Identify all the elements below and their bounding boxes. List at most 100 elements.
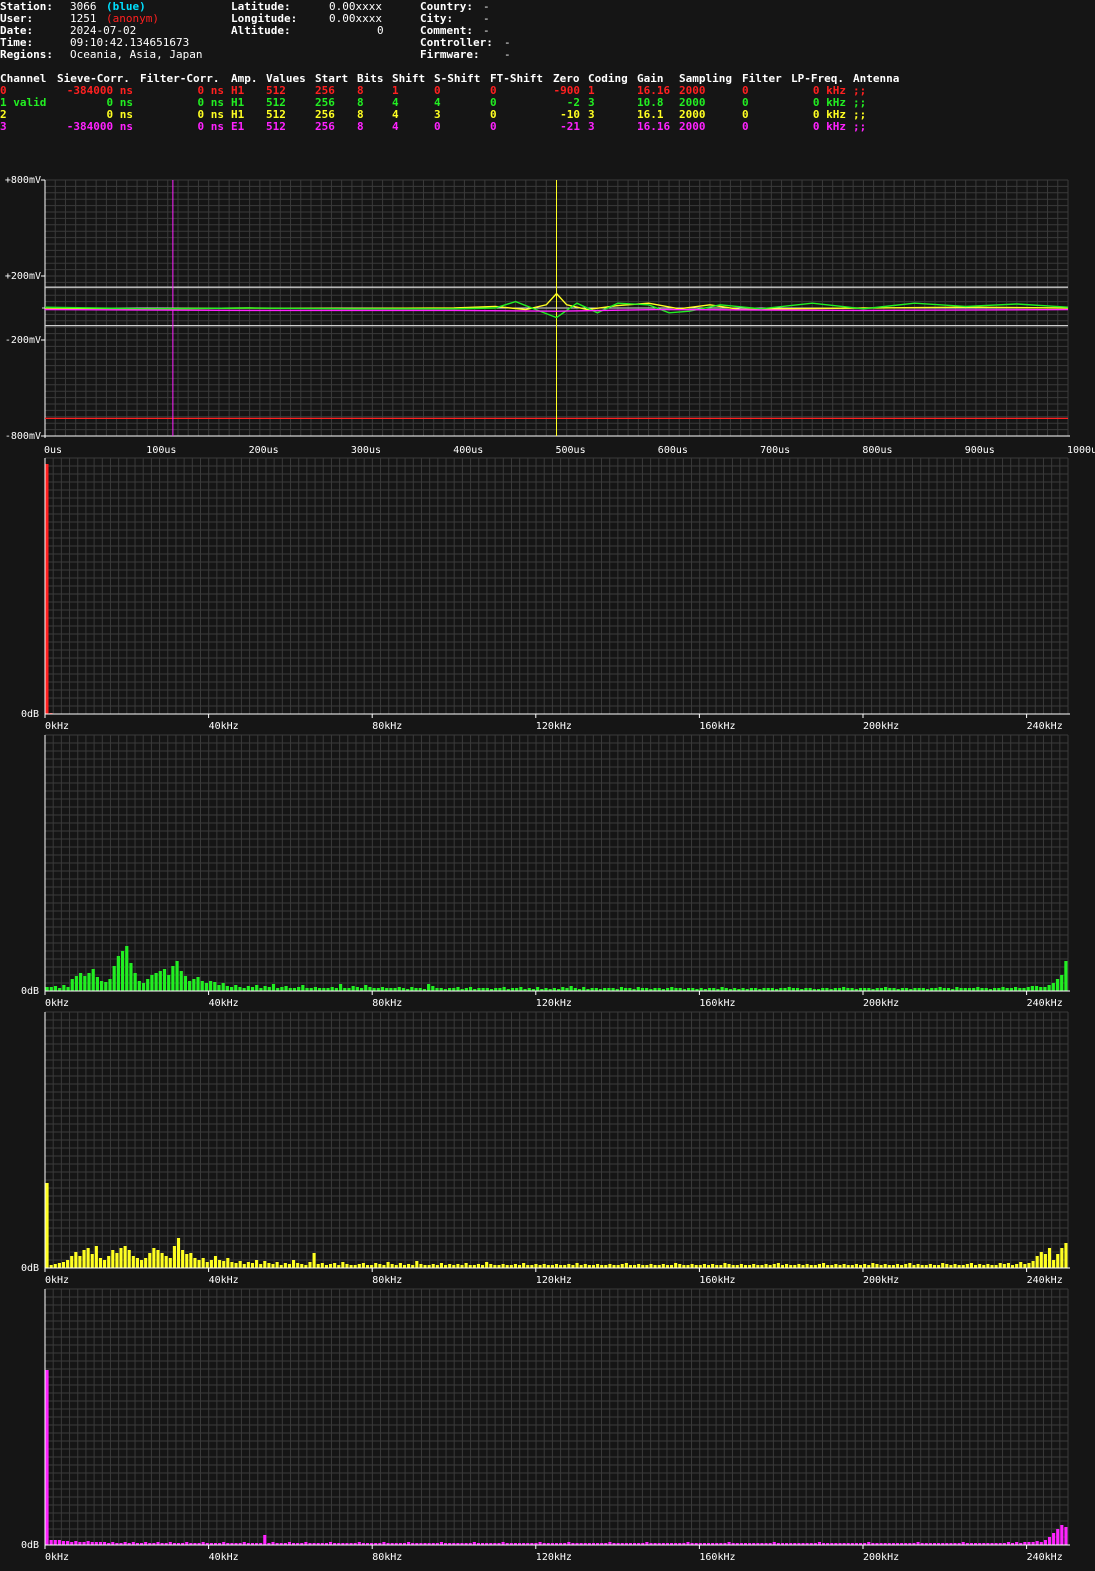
spectrum-bar — [209, 981, 213, 991]
y-axis-label: 0dB — [21, 709, 39, 720]
x-tick-label: 40kHz — [209, 1552, 239, 1563]
spectrum-bar — [70, 1256, 74, 1268]
spectrum-bar — [225, 986, 229, 991]
x-tick-label: 160kHz — [699, 1552, 735, 1563]
spectrum-bar — [168, 1258, 172, 1268]
spectrum-bar — [953, 1264, 957, 1268]
spectrum-bar — [90, 1254, 94, 1268]
spectrum-bar — [66, 987, 70, 991]
spectrum-bar — [111, 1250, 115, 1268]
table-cell-sshift: 0 — [434, 120, 441, 133]
grid — [44, 1011, 1069, 1269]
spectrum-bar — [83, 976, 87, 991]
spectrum-bar — [797, 1264, 801, 1268]
spectrum-bar — [271, 984, 276, 991]
spectrum-bar — [275, 1262, 279, 1268]
spectrum-bar — [181, 1250, 185, 1268]
spectrum-bar — [49, 987, 53, 991]
spectrum-bar — [569, 986, 573, 991]
spectrum-bar — [596, 1264, 600, 1268]
spectrum-bar — [188, 981, 192, 991]
spectrum-bar — [661, 1264, 665, 1268]
y-axis-label: 0dB — [21, 1540, 39, 1551]
spectrum-bar — [439, 1263, 444, 1268]
spectrum-bar — [57, 1263, 61, 1268]
spectrum-bar — [361, 1263, 365, 1268]
spectrum-bar — [209, 1260, 213, 1268]
spectrum-bar — [1034, 986, 1039, 991]
grid — [44, 734, 1069, 992]
spectrum-bar — [218, 1260, 222, 1268]
spectrum-bar — [238, 987, 242, 991]
spectrum-bar — [250, 1263, 255, 1268]
spectrum-bar — [522, 1263, 526, 1268]
spectrum-bar — [330, 987, 334, 991]
spectrum-bar — [115, 1253, 119, 1268]
spectrum-bar — [368, 987, 372, 991]
spectrum-bar — [91, 969, 95, 991]
spectrum-bar — [95, 977, 100, 991]
spectrum-bar — [842, 1264, 846, 1268]
spectrum-bar — [271, 1264, 275, 1268]
spectrum-chart-channel-0: 0dB0kHz 40kHz 80kHz 120kHz 160kHz 200kHz 240kH… — [21, 457, 1070, 732]
spectrum-bar — [619, 987, 624, 991]
spectrum-bar — [221, 983, 225, 991]
spectrum-bar — [86, 1248, 90, 1268]
spectrum-bar — [100, 981, 104, 991]
spectrum-bar — [267, 987, 271, 991]
spectrum-bar — [1047, 985, 1051, 991]
spectrum-bar — [397, 987, 401, 991]
spectrum-bar — [752, 1264, 756, 1268]
oscilloscope-chart: +800mV+200mV-200mV-800mV0us 100us 200us 300… — [5, 175, 1095, 456]
table-cell-gain: 16.16 — [637, 120, 671, 133]
spectrum-bar — [82, 1250, 86, 1268]
spectrum-bar — [107, 1256, 111, 1268]
spectrum-chart-channel-3: 0dB 0kHz 40kHz 80kHz 120kHz 160kHz 200kHz 240kH… — [21, 1288, 1070, 1563]
altitude-label: Altitude: — [231, 24, 291, 37]
spectrum-bar — [637, 1264, 641, 1268]
spectrum-bar — [1052, 1533, 1056, 1545]
y-tick-label: -800mV — [5, 431, 41, 442]
spectrum-bar — [312, 1253, 316, 1268]
spectrum-bar — [74, 976, 79, 991]
spectrum-bar — [267, 1263, 271, 1268]
spectrum-bar — [74, 1541, 78, 1545]
spectrum-bar — [283, 1263, 287, 1268]
spectrum-bar — [938, 987, 942, 991]
spectrum-bar — [193, 1258, 197, 1268]
spectrum-bar — [1030, 986, 1034, 991]
spectrum-bar — [103, 1260, 107, 1268]
spectrum-bar — [431, 1264, 435, 1268]
spectrum-bar — [185, 1254, 189, 1268]
spectrum-bar — [158, 971, 162, 991]
spectrum-bar — [301, 985, 305, 991]
regions-label: Regions: — [0, 48, 53, 61]
spectrum-bar — [575, 1263, 579, 1268]
spectrum-bar — [238, 1261, 242, 1268]
spectrum-bar — [787, 987, 791, 991]
spectrum-bar — [969, 1263, 974, 1268]
spectrum-bar — [1023, 1264, 1027, 1268]
spectrum-bar — [74, 1252, 78, 1268]
spectrum-bar — [739, 1264, 743, 1268]
spectrum-bar — [133, 973, 137, 991]
spectrum-bar — [567, 1264, 571, 1268]
spectrum-bar — [561, 987, 565, 991]
spectrum-bar — [513, 1264, 517, 1268]
spectrum-bar — [1035, 1541, 1039, 1545]
spectrum-bar — [139, 1260, 144, 1268]
spectrum-bar — [308, 1262, 312, 1268]
spectrum-bar — [116, 956, 120, 991]
spectrum-bar — [834, 1264, 838, 1268]
spectrum-bar — [986, 1264, 990, 1268]
spectrum-bar — [234, 985, 238, 991]
spectrum-bar — [192, 979, 196, 991]
spectrum-bar — [1019, 1262, 1023, 1268]
spectrum-bar — [156, 1250, 160, 1268]
spectrum-bar — [49, 1540, 53, 1545]
spectrum-bar — [456, 1264, 460, 1268]
spectrum-bar — [154, 973, 158, 991]
table-cell-bits: 8 — [357, 120, 364, 133]
spectrum-bar — [670, 987, 674, 991]
spectrum-bar — [108, 979, 112, 991]
